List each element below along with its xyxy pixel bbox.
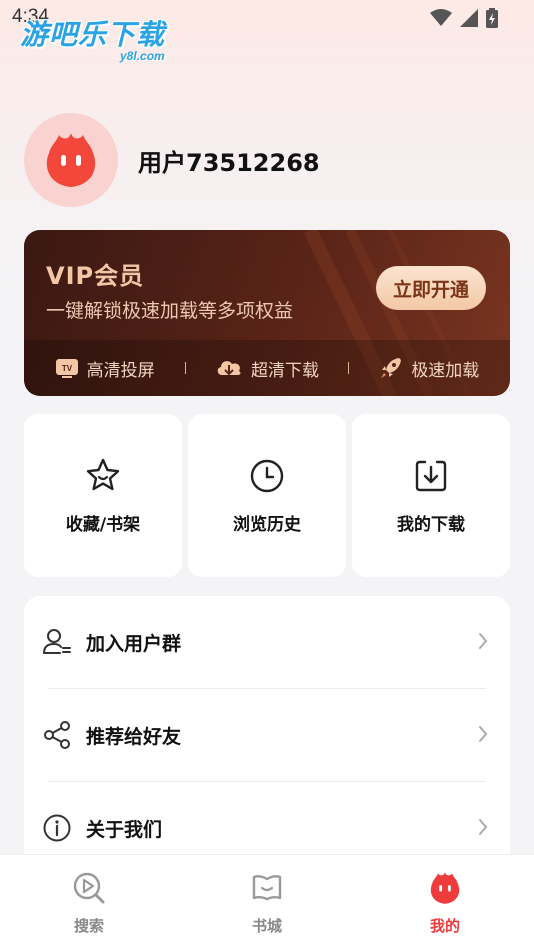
favorites-card[interactable]: 收藏/书架 (24, 414, 182, 577)
book-icon (252, 875, 282, 901)
nav-search[interactable]: 搜索 (0, 855, 178, 950)
vip-title: VIP会员 (46, 262, 145, 290)
history-card[interactable]: 浏览历史 (188, 414, 346, 577)
wifi-icon (430, 9, 452, 26)
bottom-nav: 搜索 书城 我的 (0, 854, 534, 950)
vip-features: TV 高清投屏 超清下载 极速加载 (24, 340, 510, 396)
watermark-logo: 游吧乐下载 y8l.com (20, 18, 166, 63)
nav-label: 我的 (429, 917, 460, 935)
vip-feature-label: 超清下载 (250, 360, 319, 381)
flame-mascot-icon (430, 872, 460, 904)
menu-item-label: 推荐给好友 (86, 725, 182, 748)
profile-header[interactable]: 用户73512268 (24, 113, 320, 207)
menu-list: 加入用户群 推荐给好友 关于我们 (24, 596, 510, 896)
tv-icon: TV (55, 359, 78, 378)
nav-label: 书城 (251, 917, 282, 935)
username: 用户73512268 (138, 148, 320, 177)
quick-action-label: 我的下载 (397, 515, 465, 535)
vip-card[interactable]: VIP会员 一键解锁极速加载等多项权益 立即开通 TV 高清投屏 超清下载 极速… (24, 230, 510, 396)
menu-item-share[interactable]: 推荐给好友 (24, 689, 510, 781)
rocket-icon (381, 358, 402, 378)
status-icons (430, 8, 498, 28)
downloads-card[interactable]: 我的下载 (352, 414, 510, 577)
quick-action-label: 浏览历史 (233, 515, 301, 535)
user-group-icon (43, 629, 71, 654)
vip-open-button[interactable]: 立即开通 (376, 266, 486, 310)
info-icon (43, 814, 71, 842)
vip-feature-fast-load: 极速加载 (349, 356, 510, 381)
chevron-right-icon (479, 726, 488, 742)
chevron-right-icon (479, 633, 488, 649)
vip-feature-hd-download: 超清下载 (186, 356, 347, 381)
menu-item-label: 加入用户群 (86, 632, 182, 655)
menu-item-label: 关于我们 (86, 818, 163, 841)
vip-subtitle: 一键解锁极速加载等多项权益 (46, 300, 294, 322)
vip-feature-hd-cast: TV 高清投屏 (24, 356, 185, 381)
download-icon (415, 460, 447, 492)
avatar[interactable] (24, 113, 118, 207)
nav-label: 搜索 (73, 917, 104, 935)
chevron-right-icon (479, 819, 488, 835)
play-search-icon (73, 872, 105, 904)
watermark-text: 游吧乐下载 (20, 18, 166, 51)
vip-feature-label: 极速加载 (411, 360, 480, 381)
flame-mascot-icon (46, 133, 96, 187)
vip-feature-label: 高清投屏 (86, 360, 155, 381)
quick-actions: 收藏/书架 浏览历史 我的下载 (24, 414, 510, 577)
quick-action-label: 收藏/书架 (65, 515, 141, 535)
battery-icon (486, 8, 498, 28)
nav-bookstore[interactable]: 书城 (178, 855, 356, 950)
svg-text:TV: TV (62, 364, 73, 373)
share-icon (44, 721, 70, 749)
menu-item-join-group[interactable]: 加入用户群 (24, 596, 510, 688)
watermark-domain: y8l.com (120, 49, 165, 63)
cloud-download-icon (217, 361, 241, 376)
nav-mine[interactable]: 我的 (356, 855, 534, 950)
signal-icon (460, 9, 478, 27)
clock-icon (250, 459, 284, 493)
star-icon (86, 458, 120, 491)
